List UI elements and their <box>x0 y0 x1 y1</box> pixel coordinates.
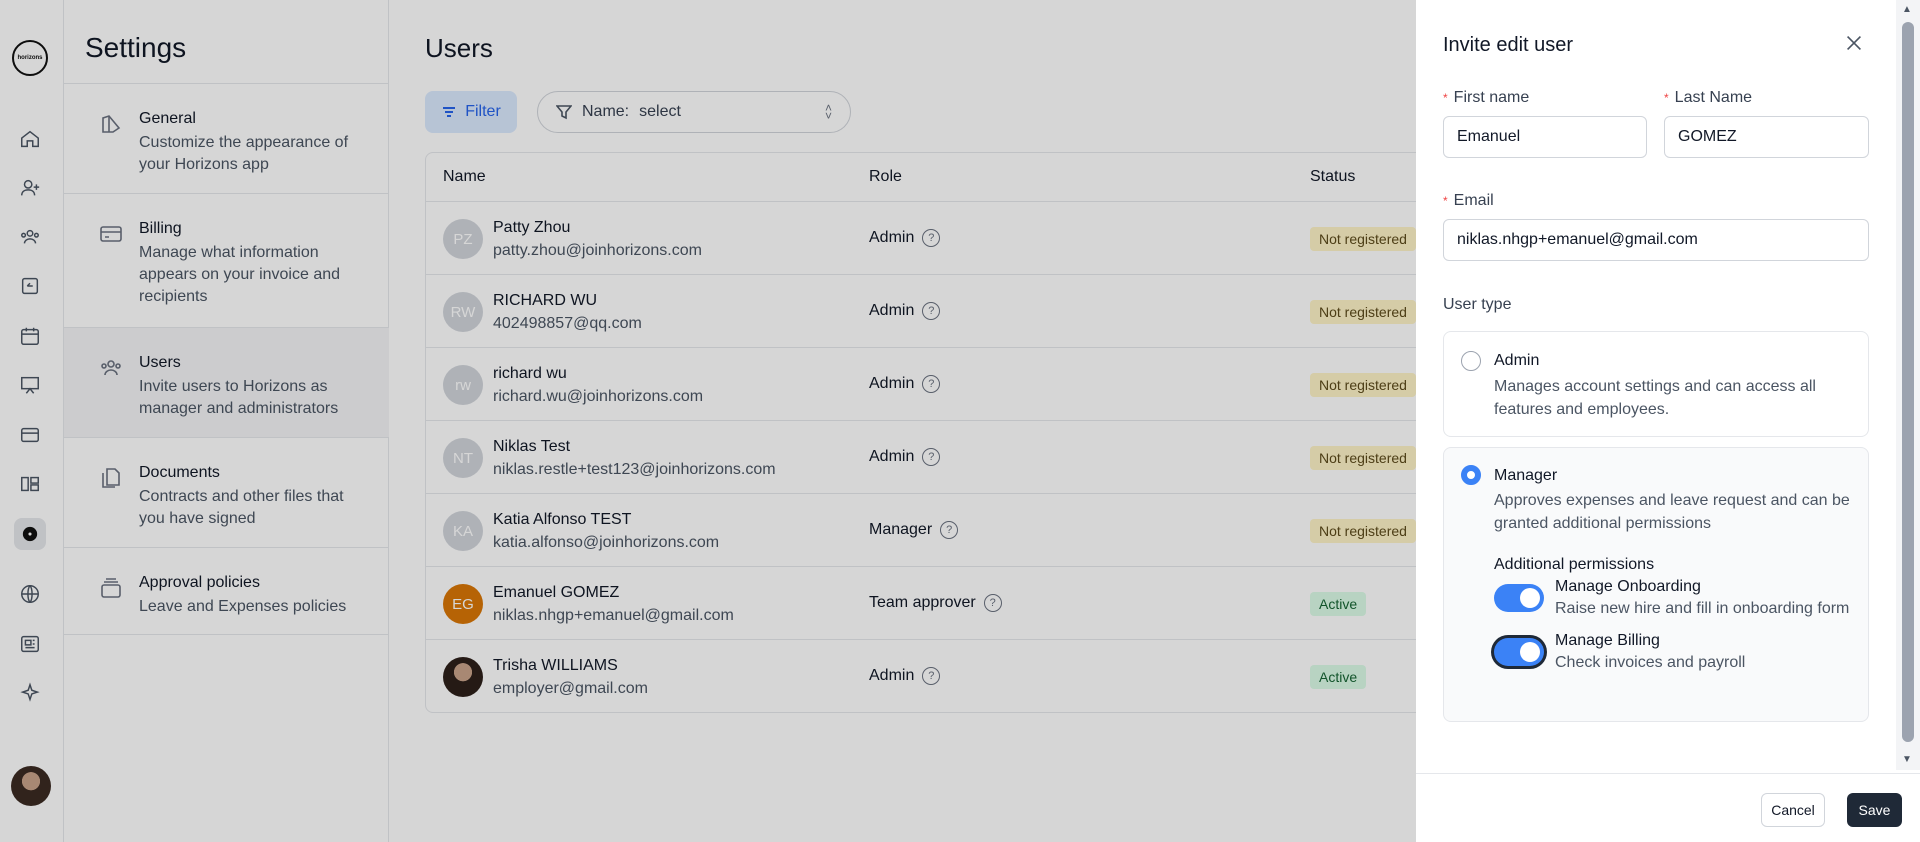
first-name-label-text: First name <box>1453 89 1530 106</box>
manager-radio[interactable] <box>1461 465 1481 485</box>
email-field[interactable] <box>1443 219 1869 261</box>
modal-backdrop[interactable] <box>0 0 1416 842</box>
required-asterisk: * <box>1443 194 1448 208</box>
scroll-up-icon[interactable]: ▲ <box>1902 4 1912 15</box>
additional-permissions-label: Additional permissions <box>1494 556 1655 573</box>
permission-title: Manage Onboarding <box>1555 578 1701 595</box>
permission-desc: Check invoices and payroll <box>1555 654 1746 671</box>
toggle-knob <box>1520 642 1540 662</box>
last-name-field[interactable] <box>1664 116 1869 158</box>
scrollbar[interactable]: ▲ ▼ <box>1896 0 1920 770</box>
save-button[interactable]: Save <box>1847 793 1902 827</box>
admin-option-title: Admin <box>1494 352 1540 369</box>
manage-billing-toggle[interactable] <box>1494 638 1544 666</box>
first-name-label: * First name <box>1443 89 1529 107</box>
drawer-footer: Cancel Save <box>1416 773 1920 842</box>
scrollbar-thumb[interactable] <box>1902 22 1914 742</box>
user-type-manager-option[interactable]: Manager Approves expenses and leave requ… <box>1443 447 1869 722</box>
required-asterisk: * <box>1443 91 1448 105</box>
user-type-label: User type <box>1443 296 1512 313</box>
email-label-text: Email <box>1453 192 1494 209</box>
last-name-label-text: Last Name <box>1674 89 1753 106</box>
cancel-button[interactable]: Cancel <box>1761 793 1825 827</box>
admin-option-desc: Manages account settings and can access … <box>1494 378 1816 418</box>
manage-onboarding-toggle[interactable] <box>1494 584 1544 612</box>
permission-desc: Raise new hire and fill in onboarding fo… <box>1555 600 1850 617</box>
required-asterisk: * <box>1664 91 1669 105</box>
user-type-admin-option[interactable]: Admin Manages account settings and can a… <box>1443 331 1869 437</box>
email-label: * Email <box>1443 192 1494 210</box>
drawer-title: Invite edit user <box>1443 34 1574 56</box>
invite-edit-user-drawer: ▲ ▼ Invite edit user * First name * Last N… <box>1416 0 1920 842</box>
manager-option-title: Manager <box>1494 467 1558 484</box>
last-name-label: * Last Name <box>1664 89 1752 107</box>
admin-radio[interactable] <box>1461 351 1481 371</box>
close-icon[interactable] <box>1843 32 1867 56</box>
manager-option-desc: Approves expenses and leave request and … <box>1494 492 1850 532</box>
first-name-field[interactable] <box>1443 116 1647 158</box>
scroll-down-icon[interactable]: ▼ <box>1902 754 1912 765</box>
permission-title: Manage Billing <box>1555 632 1660 649</box>
toggle-knob <box>1520 588 1540 608</box>
